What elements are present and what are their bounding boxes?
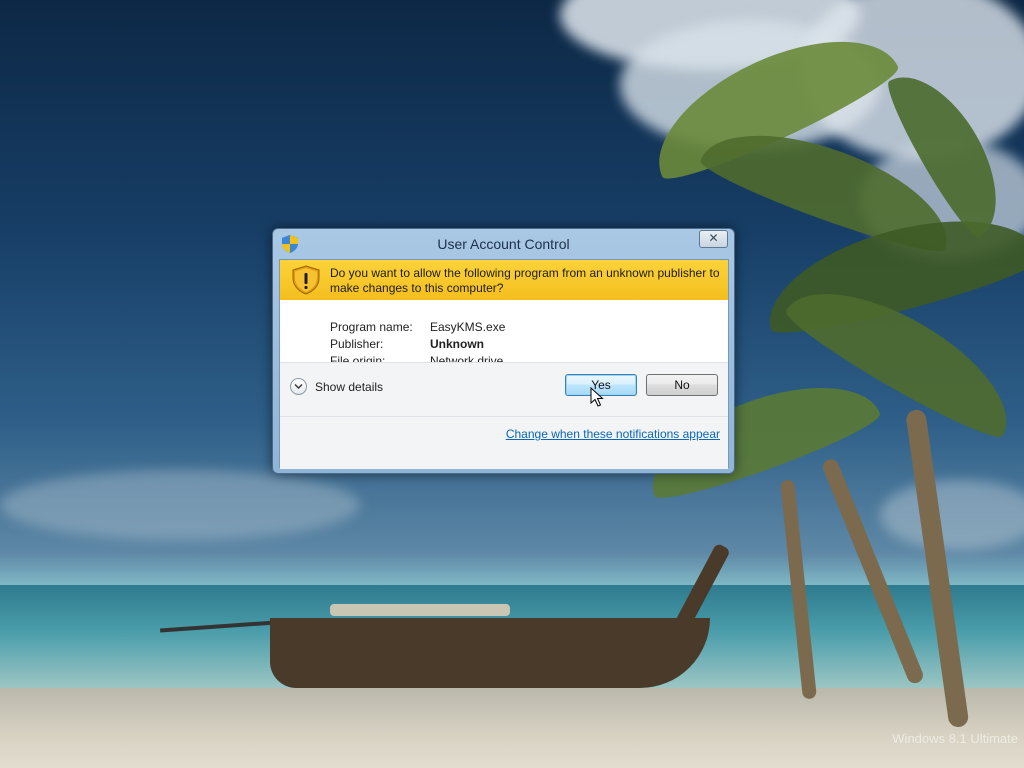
- os-watermark: Windows 8.1 Ultimate: [892, 731, 1018, 746]
- desktop: Windows 8.1 Ultimate User Account Contro…: [0, 0, 1024, 768]
- beach: [0, 688, 1024, 768]
- boat-roof: [330, 604, 510, 616]
- footer: Change when these notifications appear: [280, 416, 728, 469]
- warning-banner: Do you want to allow the following progr…: [280, 260, 728, 300]
- warning-shield-icon: [291, 265, 321, 295]
- uac-dialog: User Account Control ✕ Do you want to al…: [272, 228, 735, 474]
- detail-row-publisher: Publisher: Unknown: [330, 337, 505, 354]
- mouse-cursor-icon: [590, 386, 604, 412]
- chevron-down-icon: [294, 384, 303, 389]
- action-bar: Show details Yes No: [280, 362, 728, 416]
- detail-row-program: Program name: EasyKMS.exe: [330, 320, 505, 337]
- cloud: [880, 480, 1024, 550]
- no-button[interactable]: No: [646, 374, 718, 396]
- program-name-value: EasyKMS.exe: [430, 320, 506, 334]
- cloud: [0, 470, 360, 540]
- detail-label: Publisher:: [330, 337, 384, 351]
- longtail-boat: [270, 618, 710, 688]
- expand-button[interactable]: [290, 378, 307, 395]
- uac-question: Do you want to allow the following progr…: [330, 266, 720, 295]
- titlebar[interactable]: User Account Control ✕: [273, 229, 734, 259]
- close-button[interactable]: ✕: [699, 230, 728, 248]
- publisher-value: Unknown: [430, 337, 484, 351]
- detail-label: Program name:: [330, 320, 413, 334]
- change-notifications-link[interactable]: Change when these notifications appear: [506, 427, 720, 441]
- show-details-toggle[interactable]: Show details: [315, 380, 383, 394]
- close-icon: ✕: [708, 231, 719, 245]
- dialog-title: User Account Control: [437, 236, 570, 252]
- dialog-content: Do you want to allow the following progr…: [279, 259, 729, 469]
